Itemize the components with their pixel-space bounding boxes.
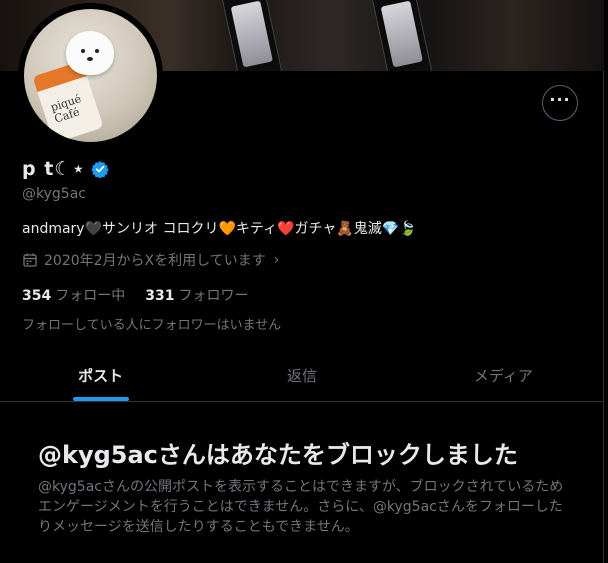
tab-replies[interactable]: 返信 [201, 349, 402, 401]
more-icon: ··· [549, 90, 571, 109]
blocked-title: @kyg5acさんはあなたをブロックしました [38, 441, 518, 469]
active-tab-indicator [72, 397, 129, 401]
profile-name-row: p t☾⋆ [22, 158, 109, 180]
follow-stats: 354 フォロー中 331 フォロワー [22, 285, 248, 305]
followers-label: フォロワー [178, 288, 249, 304]
tab-label: ポスト [78, 366, 124, 385]
followers-link[interactable]: 331 フォロワー [145, 285, 248, 305]
profile-tabs: ポスト 返信 メディア [0, 349, 604, 402]
followers-count: 331 [145, 288, 175, 304]
profile-page: piqué Café ··· p t☾⋆ @kyg5ac andmary🖤サンリ… [0, 0, 604, 563]
handle: @kyg5ac [22, 186, 86, 202]
joined-date[interactable]: 2020年2月からXを利用しています › [22, 250, 279, 270]
following-count: 354 [22, 288, 52, 304]
following-link[interactable]: 354 フォロー中 [22, 285, 125, 305]
joined-label: 2020年2月からXを利用しています [44, 253, 266, 269]
tab-media[interactable]: メディア [403, 349, 604, 401]
verified-badge-icon[interactable] [91, 160, 109, 178]
tab-label: メディア [473, 366, 533, 385]
bio: andmary🖤サンリオ コロクリ🧡キティ❤️ガチャ🧸鬼滅💎🍃 [22, 221, 417, 237]
avatar[interactable]: piqué Café [24, 9, 157, 142]
chevron-right-icon: › [273, 252, 280, 268]
more-options-button[interactable]: ··· [542, 85, 578, 121]
avatar-dog-figure [66, 31, 114, 75]
avatar-cup-text: piqué Café [49, 92, 83, 126]
tab-label: 返信 [286, 366, 317, 385]
display-name: p t☾⋆ [22, 158, 86, 180]
mutual-followers-note: フォローしている人にフォロワーはいません [22, 318, 282, 333]
blocked-description: @kyg5acさんの公開ポストを表示することはできますが、ブロックされているため… [38, 479, 564, 535]
tab-posts[interactable]: ポスト [0, 349, 201, 401]
banner-card-strip [219, 0, 285, 71]
following-label: フォロー中 [55, 288, 126, 304]
calendar-icon [23, 253, 37, 267]
banner-card-strip [369, 0, 435, 71]
